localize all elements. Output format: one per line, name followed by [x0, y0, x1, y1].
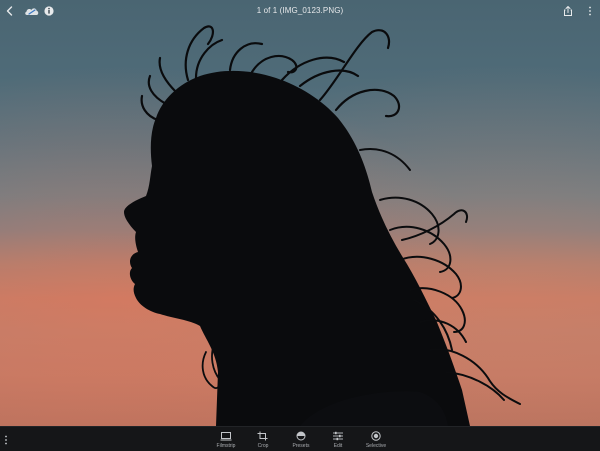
crop-button[interactable]: Crop: [246, 431, 280, 451]
more-vertical-icon[interactable]: [582, 3, 598, 19]
filmstrip-button[interactable]: Filmstrip: [209, 431, 243, 451]
page-title: 1 of 1 (IMG_0123.PNG): [256, 6, 344, 15]
edit-button[interactable]: Edit: [321, 431, 355, 451]
filmstrip-icon: [220, 432, 232, 441]
share-icon[interactable]: [560, 3, 576, 19]
presets-button[interactable]: Presets: [284, 431, 318, 451]
presets-label: Presets: [292, 443, 310, 449]
sliders-icon: [333, 431, 343, 441]
photo-canvas[interactable]: [0, 0, 600, 426]
top-bar: 1 of 1 (IMG_0123.PNG): [0, 0, 600, 22]
bottom-toolbar: Filmstrip Crop Presets Edit Selective: [0, 426, 600, 451]
silhouette-image: [124, 25, 521, 426]
selective-icon: [371, 431, 381, 441]
filmstrip-label: Filmstrip: [216, 443, 236, 449]
crop-label: Crop: [257, 443, 269, 449]
crop-icon: [257, 431, 268, 441]
more-vertical-icon[interactable]: [3, 433, 9, 445]
selective-button[interactable]: Selective: [359, 431, 393, 451]
presets-icon: [296, 431, 306, 441]
photo-editor-app: 1 of 1 (IMG_0123.PNG) Filmstrip Crop Pre…: [0, 0, 600, 451]
edit-label: Edit: [333, 443, 343, 449]
selective-label: Selective: [365, 443, 387, 449]
